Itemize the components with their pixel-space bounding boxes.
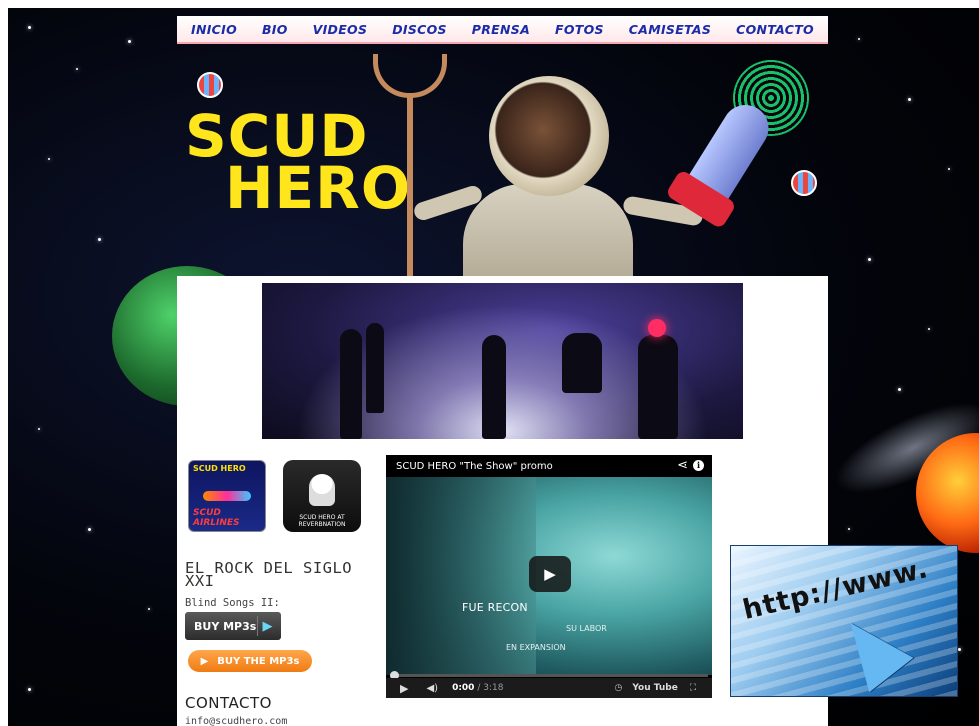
site-logo[interactable]: SCUD HERO <box>185 107 411 217</box>
star <box>958 648 961 651</box>
trident-pole-decoration <box>407 94 413 276</box>
robot-silhouette <box>638 335 678 439</box>
watch-later-icon[interactable]: ◷ <box>614 683 622 693</box>
rock-title: EL ROCK DEL SIGLO XXI <box>185 559 385 589</box>
buy-the-mp3s-button[interactable]: ▶ BUY THE MP3s <box>188 650 312 672</box>
video-overlay-subtext-1: SU LABOR <box>566 624 607 633</box>
thumb-reverb-caption: SCUD HERO AT REVERBNATION <box>298 514 346 528</box>
rock-title-line-1: EL ROCK DEL SIGLO <box>185 559 353 577</box>
youtube-logo[interactable]: You Tube <box>632 683 678 693</box>
share-icon[interactable]: ⋖ <box>677 458 688 473</box>
contacto-title: CONTACTO <box>185 694 272 712</box>
star <box>948 168 950 170</box>
nav-item-prensa[interactable]: PRENSA <box>472 22 530 37</box>
robot-red-light <box>648 319 666 337</box>
nav-item-inicio[interactable]: INICIO <box>191 22 237 37</box>
info-icon[interactable]: i <box>693 460 704 471</box>
nav-item-camisetas[interactable]: CAMISETAS <box>629 22 711 37</box>
video-progress-bar[interactable] <box>390 671 708 680</box>
play-arrow-icon: ▶ <box>200 655 209 667</box>
star <box>98 238 101 241</box>
astronaut-icon <box>309 474 335 506</box>
rocket-icon <box>678 96 778 216</box>
video-overlay-subtext: SU LABOR EN EXPANSION <box>506 624 607 652</box>
nav-item-fotos[interactable]: FOTOS <box>555 22 604 37</box>
blind-songs-label: Blind Songs II: <box>185 597 280 609</box>
musician-silhouette <box>482 335 506 439</box>
trident-decoration <box>373 54 447 98</box>
main-nav: INICIO BIO VIDEOS DISCOS PRENSA FOTOS CA… <box>177 16 828 44</box>
duration: 3:18 <box>483 683 504 693</box>
video-time: 0:00 / 3:18 <box>452 683 504 693</box>
jet-icon <box>203 491 251 501</box>
nav-item-contacto[interactable]: CONTACTO <box>736 22 814 37</box>
buy-the-mp3s-label: BUY THE MP3s <box>217 655 300 667</box>
video-title[interactable]: SCUD HERO "The Show" promo <box>396 461 553 472</box>
star <box>28 688 31 691</box>
video-overlay-subtext-2: EN EXPANSION <box>506 643 566 652</box>
reverbnation-thumbnail[interactable]: SCUD HERO AT REVERBNATION <box>283 460 361 532</box>
site-header: SCUD HERO <box>177 44 828 276</box>
play-icon[interactable]: ▶ <box>400 682 408 695</box>
star <box>908 98 911 101</box>
star <box>128 40 131 43</box>
star <box>148 608 150 610</box>
musician-silhouette <box>562 333 602 393</box>
star <box>868 258 871 261</box>
small-planet-icon <box>791 170 817 196</box>
scud-airlines-thumbnail[interactable]: SCUD HERO SCUD AIRLINES <box>188 460 266 532</box>
google-play-icon: ▶ <box>257 616 277 636</box>
video-overlay-text: FUE RECON <box>462 601 528 614</box>
current-time: 0:00 <box>452 683 475 693</box>
star <box>858 38 860 40</box>
astronaut-body-decoration <box>463 184 633 276</box>
star <box>38 428 40 430</box>
contact-email-link[interactable]: info@scudhero.com <box>185 716 287 726</box>
play-button[interactable]: ▶ <box>529 556 571 592</box>
video-controls: ▶ ◀) 0:00 / 3:18 ◷ You Tube ⛶ <box>386 678 712 698</box>
musician-silhouette <box>366 323 384 413</box>
thumb-airlines-top-text: SCUD HERO <box>193 464 246 473</box>
youtube-video-embed[interactable]: FUE RECON SU LABOR EN EXPANSION SCUD HER… <box>386 455 712 698</box>
star <box>848 528 850 530</box>
volume-icon[interactable]: ◀) <box>426 683 438 694</box>
musician-silhouette <box>340 329 362 439</box>
buy-mp3-button[interactable]: BUY MP3s ▶ <box>185 612 281 640</box>
star <box>76 68 78 70</box>
band-live-photo <box>262 283 743 439</box>
astronaut-helmet-decoration <box>489 76 609 196</box>
star <box>88 528 91 531</box>
nav-item-videos[interactable]: VIDEOS <box>313 22 368 37</box>
http-www-overlay-image: http://www. <box>730 545 958 697</box>
fullscreen-icon[interactable]: ⛶ <box>690 683 696 693</box>
thumb-airlines-bottom-text: SCUD AIRLINES <box>193 508 240 528</box>
star <box>898 388 901 391</box>
small-planet-icon <box>197 72 223 98</box>
nav-item-bio[interactable]: BIO <box>262 22 288 37</box>
star <box>928 328 930 330</box>
nav-item-discos[interactable]: DISCOS <box>392 22 447 37</box>
star <box>48 158 50 160</box>
star <box>28 26 31 29</box>
buy-mp3-label: BUY MP3s <box>194 619 257 633</box>
